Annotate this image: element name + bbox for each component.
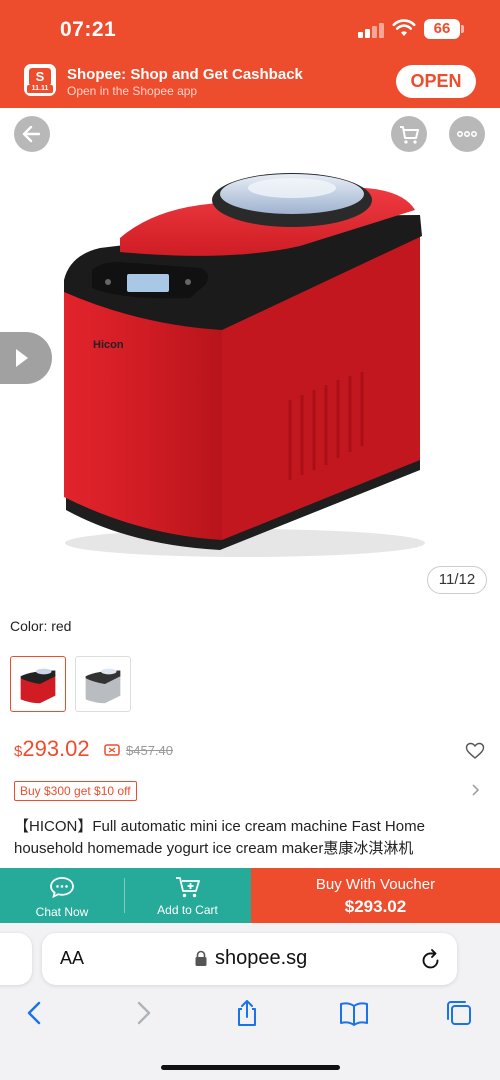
heart-icon[interactable] <box>465 742 485 760</box>
more-options-button[interactable] <box>449 116 485 152</box>
battery-indicator: 66 <box>424 19 460 39</box>
browser-forward-icon[interactable] <box>128 998 158 1028</box>
chat-now-button[interactable]: Chat Now <box>0 868 124 923</box>
promo-icon <box>104 744 120 756</box>
open-app-button[interactable]: OPEN <box>396 65 476 98</box>
action-divider <box>124 878 125 913</box>
add-to-cart-icon <box>176 877 200 898</box>
variant-thumb-silver[interactable] <box>75 656 131 712</box>
banner-subtitle: Open in the Shopee app <box>67 84 198 98</box>
product-title: 【HICON】Full automatic mini ice cream mac… <box>14 818 425 857</box>
action-bar: Chat Now Add to Cart Buy With Voucher $2… <box>0 868 500 923</box>
device-brand: Hicon <box>93 339 124 351</box>
status-time: 07:21 <box>60 18 117 41</box>
back-button[interactable] <box>14 116 50 152</box>
buy-with-voucher-button[interactable]: Buy With Voucher $293.02 <box>251 868 500 923</box>
home-indicator <box>161 1065 340 1070</box>
add-to-cart-button[interactable]: Add to Cart <box>124 868 251 923</box>
wifi-icon <box>392 19 416 36</box>
previous-tab-preview[interactable] <box>0 933 32 985</box>
back-icon <box>22 125 41 143</box>
shopee-logo: S 11.11 <box>24 64 56 96</box>
image-counter: 11/12 <box>427 566 487 594</box>
app-banner[interactable]: 07:21 66 S 11.11 Shopee: Shop and Get Ca… <box>0 0 500 108</box>
reader-settings-button[interactable]: AA <box>60 948 84 969</box>
variant-thumb-red[interactable] <box>10 656 66 712</box>
color-label: Color: red <box>10 618 72 634</box>
lock-icon <box>195 950 207 966</box>
battery-tip <box>461 25 464 33</box>
url-text: shopee.sg <box>215 947 308 969</box>
play-video-button[interactable] <box>0 332 52 384</box>
product-price: $293.02 <box>14 736 90 761</box>
product-image-gallery[interactable]: Hicon <box>0 108 500 608</box>
bookmarks-icon[interactable] <box>339 998 369 1028</box>
cart-icon <box>400 126 419 144</box>
play-icon <box>16 349 28 367</box>
cart-button[interactable] <box>391 116 427 152</box>
reload-icon[interactable] <box>420 947 442 971</box>
browser-back-icon[interactable] <box>20 998 50 1028</box>
original-price: $457.40 <box>126 743 173 758</box>
more-icon <box>457 131 477 138</box>
chevron-right-icon[interactable] <box>470 784 480 796</box>
voucher-tag[interactable]: Buy $300 get $10 off <box>14 781 137 801</box>
tabs-icon[interactable] <box>444 998 474 1028</box>
chat-icon <box>50 877 74 899</box>
browser-toolbar: AA shopee.sg <box>0 923 500 1080</box>
product-image: Hicon <box>64 173 425 557</box>
banner-title: Shopee: Shop and Get Cashback <box>67 66 303 83</box>
address-bar[interactable]: AA shopee.sg <box>42 933 457 985</box>
share-icon[interactable] <box>232 998 262 1028</box>
cellular-signal-icon <box>358 22 386 38</box>
